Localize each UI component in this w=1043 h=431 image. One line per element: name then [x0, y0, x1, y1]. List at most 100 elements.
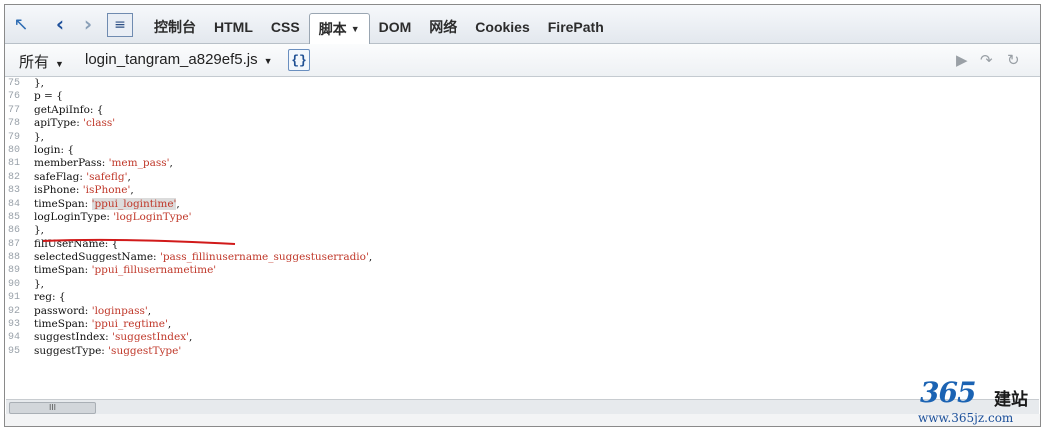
line-number[interactable]: 91: [5, 291, 34, 304]
tab-cookies[interactable]: Cookies: [466, 14, 538, 40]
string-literal: 'ppui_regtime': [91, 318, 168, 331]
code-text: },: [34, 224, 44, 237]
code-token: ,: [176, 197, 180, 210]
code-line: 78 apiType: 'class': [5, 117, 1040, 130]
line-number[interactable]: 78: [5, 117, 34, 130]
code-token: memberPass:: [34, 157, 109, 170]
file-name: login_tangram_a829ef5.js: [85, 51, 258, 68]
tab-net[interactable]: 网络: [420, 14, 466, 40]
step-over-icon[interactable]: ↷: [980, 51, 993, 69]
pretty-print-button[interactable]: {}: [288, 49, 310, 71]
tab-firepath[interactable]: FirePath: [539, 14, 613, 40]
code-line: 95 suggestType: 'suggestType': [5, 345, 1040, 358]
annotation-underline: [42, 239, 236, 245]
code-text: logLoginType: 'logLoginType': [34, 211, 191, 224]
line-number[interactable]: 83: [5, 184, 34, 197]
string-literal: 'isPhone': [82, 184, 131, 197]
code-line: 93 timeSpan: 'ppui_regtime',: [5, 318, 1040, 331]
string-literal: 'ppui_fillusernametime': [91, 264, 217, 277]
code-token: ,: [127, 170, 131, 183]
code-token: isPhone:: [34, 184, 83, 197]
code-line: 85 logLoginType: 'logLoginType': [5, 211, 1040, 224]
code-line: 83 isPhone: 'isPhone',: [5, 184, 1040, 197]
chevron-down-icon[interactable]: ▼: [351, 24, 360, 34]
tab-label: DOM: [378, 19, 412, 35]
tab-label: CSS: [270, 19, 300, 35]
command-line-icon[interactable]: ≡: [107, 13, 133, 37]
continue-icon[interactable]: ▶: [956, 51, 968, 69]
line-number[interactable]: 86: [5, 224, 34, 237]
code-line: 89 timeSpan: 'ppui_fillusernametime': [5, 264, 1040, 277]
line-number[interactable]: 93: [5, 318, 34, 331]
scrollbar-thumb[interactable]: III: [9, 402, 96, 414]
line-number[interactable]: 75: [5, 77, 34, 90]
code-text: },: [34, 77, 44, 90]
code-line: 75},: [5, 77, 1040, 90]
code-text: memberPass: 'mem_pass',: [34, 157, 173, 170]
script-filter-dropdown[interactable]: 所有 ▼: [19, 51, 64, 72]
code-token: login: {: [34, 143, 75, 156]
watermark-url: www.365jz.com: [918, 411, 1014, 425]
line-number[interactable]: 76: [5, 90, 34, 103]
source-view[interactable]: 75}, 76 p = {77 getApiInfo: {78 apiType: 'cl…: [5, 77, 1040, 397]
code-token: selectedSuggestName:: [34, 251, 160, 264]
line-number[interactable]: 84: [5, 198, 34, 211]
line-number[interactable]: 85: [5, 211, 34, 224]
tab-label: FirePath: [547, 19, 604, 35]
code-token: ,: [147, 304, 152, 317]
tab-label: 网络: [429, 19, 458, 35]
code-text: isPhone: 'isPhone',: [34, 184, 134, 197]
code-line: 94 suggestIndex: 'suggestIndex',: [5, 331, 1040, 344]
code-text: },: [34, 278, 44, 291]
code-token: reg: {: [34, 291, 66, 304]
inspect-icon[interactable]: ↖: [10, 14, 32, 35]
line-number[interactable]: 87: [5, 238, 34, 251]
code-token: suggestIndex:: [34, 331, 113, 344]
horizontal-scrollbar[interactable]: III: [6, 399, 1039, 414]
code-text: safeFlag: 'safeflg',: [34, 171, 131, 184]
tab-html[interactable]: HTML: [205, 14, 262, 40]
line-number[interactable]: 81: [5, 157, 34, 170]
pretty-print-label: {}: [291, 52, 307, 68]
tab-label: 控制台: [154, 19, 196, 35]
code-token: timeSpan:: [34, 197, 92, 210]
code-line: 82 safeFlag: 'safeflg',: [5, 171, 1040, 184]
line-number[interactable]: 92: [5, 305, 34, 318]
line-number[interactable]: 80: [5, 144, 34, 157]
tab-script[interactable]: 脚本 ▼: [308, 13, 370, 44]
line-number[interactable]: 89: [5, 264, 34, 277]
script-file-dropdown[interactable]: login_tangram_a829ef5.js ▼: [85, 51, 273, 68]
tab-dom[interactable]: DOM: [370, 14, 421, 40]
code-text: timeSpan: 'ppui_logintime',: [34, 197, 180, 211]
back-icon[interactable]: ‹: [49, 12, 71, 36]
line-number[interactable]: 77: [5, 104, 34, 117]
code-token: },: [34, 130, 45, 143]
tab-css[interactable]: CSS: [262, 14, 309, 40]
line-number[interactable]: 94: [5, 331, 34, 344]
code-token: },: [34, 277, 45, 290]
code-line: 84 timeSpan: 'ppui_logintime',: [5, 197, 1040, 211]
panel-tabs: 控制台 HTML CSS 脚本 ▼ DOM 网络 Cookies FirePath: [145, 5, 613, 44]
code-line: 77 getApiInfo: {: [5, 104, 1040, 117]
chevron-down-icon: ▼: [263, 56, 273, 66]
line-number[interactable]: 90: [5, 278, 34, 291]
code-line: 92 password: 'loginpass',: [5, 305, 1040, 318]
code-token: },: [34, 77, 45, 89]
code-line: 80 login: {: [5, 144, 1040, 157]
code-text: timeSpan: 'ppui_regtime',: [34, 318, 171, 331]
string-literal: 'pass_fillinusername_suggestuserradio': [159, 251, 369, 264]
line-number[interactable]: 88: [5, 251, 34, 264]
code-token: suggestType:: [34, 344, 109, 357]
code-token: getApiInfo: {: [34, 103, 104, 116]
line-number[interactable]: 79: [5, 131, 34, 144]
forward-icon[interactable]: ›: [77, 12, 99, 36]
string-literal: 'ppui_logintime': [91, 197, 177, 210]
string-literal: 'suggestType': [108, 344, 182, 357]
code-token: ,: [189, 331, 193, 344]
code-text: apiType: 'class': [34, 117, 115, 130]
step-into-icon[interactable]: ↻: [1007, 51, 1020, 69]
line-number[interactable]: 95: [5, 345, 34, 358]
line-number[interactable]: 82: [5, 171, 34, 184]
tab-console[interactable]: 控制台: [145, 14, 205, 40]
code-token: timeSpan:: [34, 264, 92, 277]
